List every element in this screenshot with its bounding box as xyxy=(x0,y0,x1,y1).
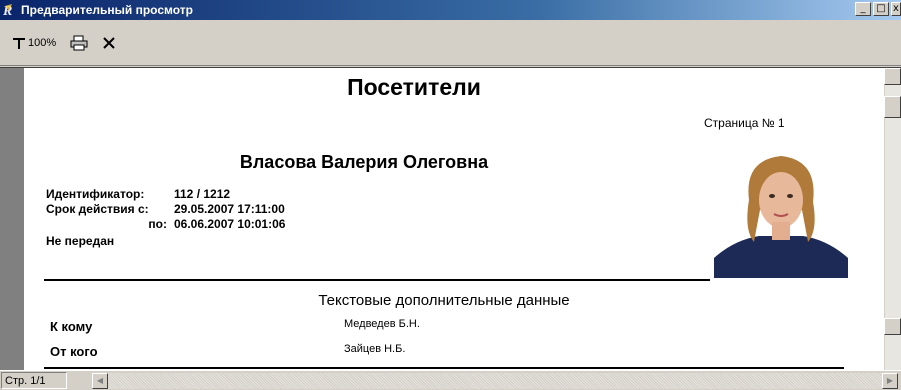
toolbar: 100% xyxy=(0,20,901,66)
close-window-button[interactable]: x xyxy=(891,2,901,16)
print-button[interactable] xyxy=(70,35,88,51)
scroll-thumb[interactable] xyxy=(884,96,901,118)
printer-icon xyxy=(70,35,88,50)
divider-bottom xyxy=(44,367,844,369)
window-title: Предварительный просмотр xyxy=(21,3,193,17)
report-page: Посетители Страница № 1 Власова Валерия … xyxy=(24,68,884,371)
vertical-scrollbar[interactable] xyxy=(884,68,901,371)
horizontal-scrollbar[interactable]: ◀ ▶ xyxy=(92,373,898,389)
app-logo-icon: R xyxy=(2,1,20,19)
transfer-status: Не передан xyxy=(46,234,115,248)
visitor-name: Власова Валерия Олеговна xyxy=(239,152,489,172)
page-number-label: Страница № 1 xyxy=(704,116,785,130)
scroll-right-button[interactable]: ▶ xyxy=(882,373,898,389)
minimize-button[interactable]: _ xyxy=(855,2,871,16)
status-bar: Стр. 1/1 ◀ ▶ xyxy=(0,370,901,390)
valid-from-value: 29.05.2007 17:11:00 xyxy=(174,202,285,216)
zoom-label: 100% xyxy=(28,36,57,49)
scroll-up-button[interactable] xyxy=(884,68,901,85)
title-bar: R Предварительный просмотр _ □ x xyxy=(0,0,901,20)
page-counter: Стр. 1/1 xyxy=(1,372,67,389)
id-value: 112 / 1212 xyxy=(174,187,231,201)
field-label-from: От кого xyxy=(50,344,98,359)
field-value-to: Медведев Б.Н. xyxy=(344,318,420,330)
close-icon xyxy=(103,36,115,49)
divider-top xyxy=(44,279,710,281)
field-label-to: К кому xyxy=(50,319,93,334)
zoom-icon xyxy=(13,37,25,49)
visitor-photo xyxy=(714,150,848,278)
field-value-from: Зайцев Н.Б. xyxy=(344,343,406,355)
section-title: Текстовые дополнительные данные xyxy=(318,292,570,309)
close-preview-button[interactable] xyxy=(102,36,116,50)
maximize-button[interactable]: □ xyxy=(873,2,889,16)
zoom-button[interactable]: 100% xyxy=(12,36,56,50)
valid-to-label: по: xyxy=(148,217,167,231)
scroll-left-button[interactable]: ◀ xyxy=(92,373,108,389)
preview-area: Посетители Страница № 1 Власова Валерия … xyxy=(0,67,901,371)
valid-from-label: Срок действия с: xyxy=(46,202,149,216)
scroll-down-button[interactable] xyxy=(884,318,901,335)
id-label: Идентификатор: xyxy=(46,187,145,201)
report-title: Посетители xyxy=(347,74,481,100)
valid-to-value: 06.06.2007 10:01:06 xyxy=(174,217,286,231)
